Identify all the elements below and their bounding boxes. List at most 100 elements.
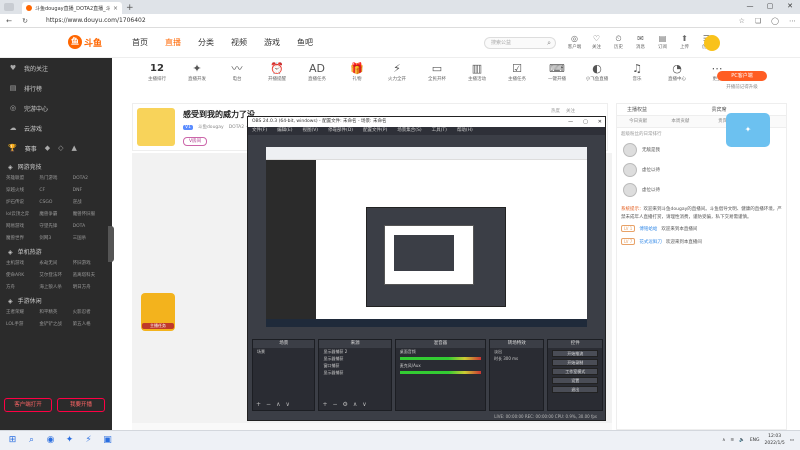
move-up-icon[interactable]: ∧ bbox=[276, 401, 280, 408]
sidebar-item-game-center[interactable]: ◎ 完游中心 bbox=[0, 98, 112, 118]
app-icon[interactable]: ✦ bbox=[63, 434, 76, 447]
clock[interactable]: 12:03 2022/1/5 bbox=[765, 433, 785, 447]
sidebar-game[interactable]: 明日方舟 bbox=[73, 283, 106, 292]
obs-preview-canvas[interactable] bbox=[266, 147, 587, 327]
obs-close-button[interactable]: ✕ bbox=[598, 117, 602, 127]
obs-menu-item[interactable]: 编辑(E) bbox=[277, 127, 292, 135]
sidebar-section-mobile[interactable]: ◈ 手游休闲 bbox=[0, 295, 112, 308]
source-item[interactable]: 显示器捕获 bbox=[319, 355, 390, 362]
category-item[interactable]: ☑ 主播任务 bbox=[497, 62, 537, 96]
sidebar-game[interactable]: DOTA2 bbox=[73, 174, 106, 183]
sidebar-game[interactable]: 方舟 bbox=[6, 283, 39, 292]
studio-mode-button[interactable]: 工作室模式 bbox=[552, 368, 598, 375]
obs-menu-item[interactable]: 帮助(H) bbox=[457, 127, 473, 135]
user-avatar[interactable] bbox=[704, 35, 720, 51]
sidebar-game[interactable]: 守望先锋 bbox=[39, 222, 72, 231]
sidebar-game[interactable]: DNF bbox=[73, 186, 106, 195]
back-icon[interactable]: ← bbox=[4, 17, 14, 25]
sidebar-game[interactable]: DOTA bbox=[73, 222, 106, 231]
chat-username[interactable]: 傅铭蛤蛤 bbox=[639, 226, 657, 232]
move-up-icon[interactable]: ∧ bbox=[353, 401, 357, 408]
tab-today[interactable]: 今日贡献 bbox=[617, 116, 659, 127]
room-stat[interactable]: 关注 bbox=[566, 108, 575, 114]
sidebar-game[interactable]: 怀旧游戏 bbox=[73, 259, 106, 268]
start-recording-button[interactable]: 开始录制 bbox=[552, 359, 598, 366]
obs-menu-item[interactable]: 文件(F) bbox=[252, 127, 267, 135]
sidebar-item-follow[interactable]: ♥ 我的关注 bbox=[0, 58, 112, 78]
sidebar-game[interactable]: CSGO bbox=[39, 198, 72, 207]
category-item[interactable]: 〰电台 bbox=[217, 62, 257, 96]
start-icon[interactable]: ⊞ bbox=[6, 434, 19, 447]
sidebar-item-rank[interactable]: ▤ 排行榜 bbox=[0, 78, 112, 98]
sidebar-game[interactable]: 海上狼人杀 bbox=[39, 283, 72, 292]
rank-row[interactable]: 虚位以待 bbox=[617, 180, 786, 200]
volume-icon[interactable]: 🔈 bbox=[739, 438, 745, 443]
obs-minimize-button[interactable]: — bbox=[568, 117, 573, 127]
sidebar-game[interactable]: 金铲铲之战 bbox=[39, 320, 72, 329]
sidebar-section-online[interactable]: ◈ 网游竞技 bbox=[0, 161, 112, 174]
source-item[interactable]: 窗口捕获 bbox=[319, 362, 390, 369]
sidebar-game[interactable]: 使命ARK bbox=[6, 271, 39, 280]
team-logo-icon[interactable]: ◆ bbox=[45, 144, 50, 152]
obs-icon[interactable]: ▣ bbox=[101, 434, 114, 447]
search-input[interactable]: 搜索公益 ⌕ bbox=[484, 37, 556, 49]
start-stream-button[interactable]: 我要开播 bbox=[57, 398, 105, 412]
pc-client-button[interactable]: PC客户端 bbox=[717, 71, 767, 81]
search-icon[interactable]: ⌕ bbox=[547, 38, 551, 49]
header-subscribe-button[interactable]: ▤ 订阅 bbox=[654, 34, 671, 50]
close-window-button[interactable]: ✕ bbox=[780, 0, 800, 12]
anchor-rank-count[interactable]: 12 主播排行 bbox=[137, 62, 177, 96]
sidebar-game[interactable]: 剑网3 bbox=[39, 234, 72, 243]
sidebar-game[interactable]: 第五人格 bbox=[73, 320, 106, 329]
sidebar-game[interactable]: 英雄联盟 bbox=[6, 174, 39, 183]
transition-select[interactable]: 淡出 bbox=[490, 348, 544, 355]
tab-close-icon[interactable]: × bbox=[113, 5, 118, 12]
sidebar-game[interactable]: lol云顶之弈 bbox=[6, 210, 39, 219]
remove-icon[interactable]: − bbox=[266, 401, 271, 408]
nav-yuba[interactable]: 鱼吧 bbox=[297, 37, 313, 48]
sidebar-game[interactable]: 逃离塔科夫 bbox=[73, 271, 106, 280]
collections-icon[interactable]: ❏ bbox=[755, 17, 761, 25]
header-client-button[interactable]: ◎ 客户端 bbox=[566, 34, 583, 50]
open-client-button[interactable]: 客户端打开 bbox=[4, 398, 52, 412]
category-item[interactable]: AD 直播任务 bbox=[297, 62, 337, 96]
category-item[interactable]: ▭ 全民开杯 bbox=[417, 62, 457, 96]
category-item[interactable]: ◔ 直播中心 bbox=[657, 62, 697, 96]
app-icon[interactable]: ⚡ bbox=[82, 434, 95, 447]
sidebar-game[interactable]: 艾尔登法环 bbox=[39, 271, 72, 280]
scene-item[interactable]: 场景 bbox=[253, 348, 314, 355]
sidebar-game[interactable]: LOL手游 bbox=[6, 320, 39, 329]
sidebar-collapse-handle[interactable] bbox=[108, 226, 114, 262]
sidebar-game[interactable]: 永劫无间 bbox=[39, 259, 72, 268]
sidebar-item-cloud-game[interactable]: ☁ 云游戏 bbox=[0, 118, 112, 138]
category-item[interactable]: ⚡ 火力全开 bbox=[377, 62, 417, 96]
header-follow-button[interactable]: ♡ 关注 bbox=[588, 34, 605, 50]
sidebar-game[interactable]: 和平精英 bbox=[39, 308, 72, 317]
add-icon[interactable]: + bbox=[256, 401, 261, 408]
sidebar-game[interactable]: 火影忍者 bbox=[73, 308, 106, 317]
profile-icon[interactable]: ◯ bbox=[771, 17, 779, 25]
browser-icon[interactable]: ◉ bbox=[44, 434, 57, 447]
sidebar-game[interactable]: 逆战 bbox=[73, 198, 106, 207]
transition-duration[interactable]: 时长 300 ms bbox=[490, 355, 544, 362]
category-item[interactable]: ⏰ 开播提醒 bbox=[257, 62, 297, 96]
sidebar-game[interactable]: 魔兽世界 bbox=[6, 234, 39, 243]
settings-button[interactable]: 设置 bbox=[552, 377, 598, 384]
add-icon[interactable]: + bbox=[322, 401, 327, 408]
obs-menu-item[interactable]: 场景集合(S) bbox=[397, 127, 421, 135]
category-item[interactable]: ✦ 直播开发 bbox=[177, 62, 217, 96]
move-down-icon[interactable]: ∨ bbox=[285, 401, 289, 408]
obs-menu-item[interactable]: 停靠部件(D) bbox=[328, 127, 353, 135]
wifi-icon[interactable]: ≋ bbox=[730, 438, 734, 443]
browser-menu-icon[interactable]: ⋯ bbox=[789, 17, 796, 25]
url-field[interactable]: https://www.douyu.com/1706402 bbox=[46, 17, 146, 24]
volume-meter[interactable] bbox=[399, 357, 481, 360]
obs-maximize-button[interactable]: ▢ bbox=[583, 117, 588, 127]
obs-menu-item[interactable]: 视图(V) bbox=[302, 127, 318, 135]
tab-anchor-rights[interactable]: 主播权益 bbox=[617, 104, 702, 115]
sidebar-game[interactable]: CF bbox=[39, 186, 72, 195]
sidebar-game[interactable]: 炉石传说 bbox=[6, 198, 39, 207]
team-logo-icon[interactable]: ◇ bbox=[58, 144, 63, 152]
nav-games[interactable]: 游戏 bbox=[264, 37, 280, 48]
sidebar-item-events[interactable]: 🏆 赛事 ◆ ◇ ▲ bbox=[0, 138, 112, 158]
